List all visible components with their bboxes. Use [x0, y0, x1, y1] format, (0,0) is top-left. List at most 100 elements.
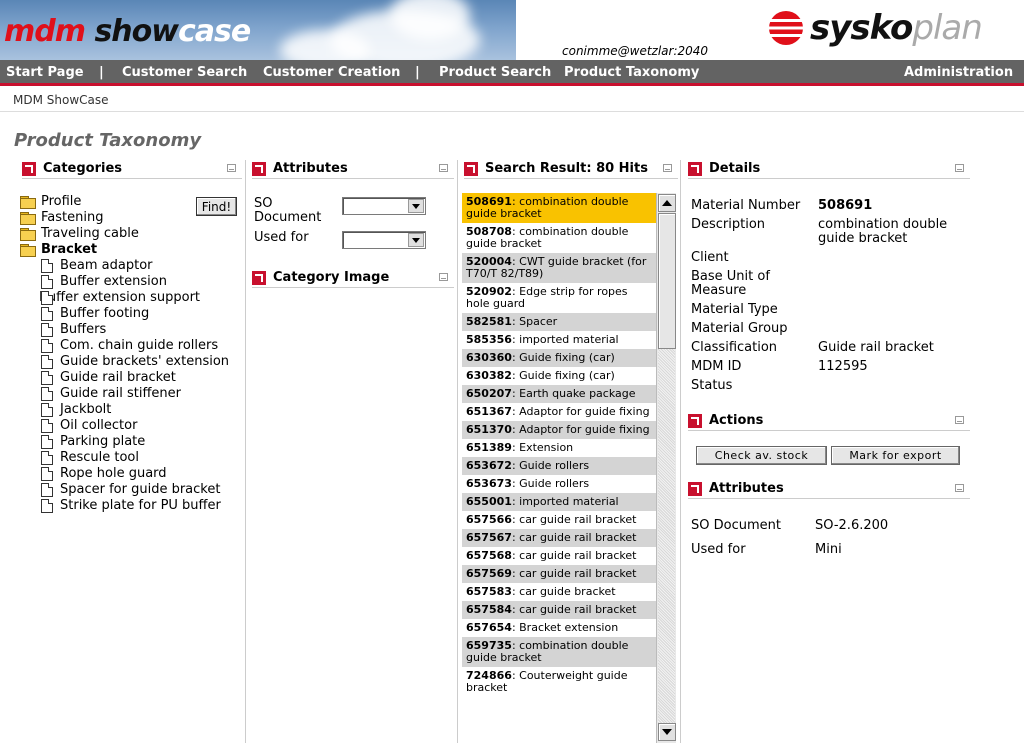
description-value: combination double guide bracket: [818, 217, 948, 246]
tree-leaf[interactable]: Guide brackets' extension: [41, 354, 240, 370]
minimize-icon[interactable]: [955, 484, 964, 492]
panel-arrow-icon: [688, 161, 702, 176]
list-item[interactable]: 508691: combination double guide bracket: [462, 193, 656, 223]
document-icon: [41, 291, 53, 305]
tree-folder[interactable]: Traveling cable: [20, 226, 240, 242]
list-item[interactable]: 650207: Earth quake package: [462, 385, 656, 403]
so-document-select[interactable]: [342, 197, 426, 215]
chevron-down-icon[interactable]: [408, 199, 424, 213]
result-scrollbar[interactable]: [656, 193, 676, 743]
list-item[interactable]: 653673: Guide rollers: [462, 475, 656, 493]
list-item[interactable]: 651367: Adaptor for guide fixing: [462, 403, 656, 421]
status-label: Status: [691, 378, 733, 393]
scroll-thumb[interactable]: [658, 213, 676, 349]
tree-leaf[interactable]: Buffers: [41, 322, 240, 338]
list-item[interactable]: 724866: Couterweight guide bracket: [462, 667, 656, 697]
document-icon: [41, 387, 53, 401]
document-icon: [41, 467, 53, 481]
nav-start-page[interactable]: Start Page: [6, 65, 84, 80]
panel-title: Details: [709, 161, 761, 176]
minimize-icon[interactable]: [439, 164, 448, 172]
tree-leaf[interactable]: Oil collector: [41, 418, 240, 434]
list-item[interactable]: 585356: imported material: [462, 331, 656, 349]
minimize-icon[interactable]: [439, 273, 448, 281]
scroll-down-icon[interactable]: [658, 723, 676, 741]
check-stock-button[interactable]: Check av. stock: [696, 446, 827, 465]
tree-leaf[interactable]: Strike plate for PU buffer: [41, 498, 240, 514]
tree-leaf[interactable]: Buffer extension support: [39, 290, 240, 306]
breadcrumb[interactable]: MDM ShowCase: [13, 93, 109, 107]
tree-leaf[interactable]: Guide rail stiffener: [41, 386, 240, 402]
document-icon: [41, 499, 53, 513]
nav-product-search[interactable]: Product Search: [439, 65, 551, 80]
list-item[interactable]: 657567: car guide rail bracket: [462, 529, 656, 547]
minimize-icon[interactable]: [227, 164, 236, 172]
nav-separator: |: [99, 65, 104, 80]
category-tree: Profile Fastening Traveling cable Bracke…: [20, 194, 240, 514]
tree-leaf[interactable]: Guide rail bracket: [41, 370, 240, 386]
list-item[interactable]: 520902: Edge strip for ropes hole guard: [462, 283, 656, 313]
tree-leaf[interactable]: Buffer extension: [41, 274, 240, 290]
list-item[interactable]: 508708: combination double guide bracket: [462, 223, 656, 253]
nav-customer-creation[interactable]: Customer Creation: [263, 65, 400, 80]
tree-leaf[interactable]: Jackbolt: [41, 402, 240, 418]
document-icon: [41, 323, 53, 337]
minimize-icon[interactable]: [955, 416, 964, 424]
list-item[interactable]: 651389: Extension: [462, 439, 656, 457]
folder-icon: [20, 196, 36, 209]
minimize-icon[interactable]: [955, 164, 964, 172]
tree-leaf[interactable]: Buffer footing: [41, 306, 240, 322]
panel-arrow-icon: [464, 161, 478, 176]
list-item[interactable]: 655001: imported material: [462, 493, 656, 511]
list-item[interactable]: 520004: CWT guide bracket (for T70/T 82/…: [462, 253, 656, 283]
list-item[interactable]: 659735: combination double guide bracket: [462, 637, 656, 667]
tree-leaf[interactable]: Spacer for guide bracket: [41, 482, 240, 498]
document-icon: [41, 451, 53, 465]
document-icon: [41, 435, 53, 449]
mark-export-button[interactable]: Mark for export: [831, 446, 960, 465]
list-item[interactable]: 657569: car guide rail bracket: [462, 565, 656, 583]
panel-arrow-icon: [688, 413, 702, 428]
divider: [0, 111, 1024, 112]
list-item[interactable]: 657583: car guide bracket: [462, 583, 656, 601]
panel-title: Category Image: [273, 270, 390, 285]
document-icon: [41, 275, 53, 289]
tree-leaf[interactable]: Beam adaptor: [41, 258, 240, 274]
list-item[interactable]: 582581: Spacer: [462, 313, 656, 331]
details-panel-header: Details: [688, 159, 970, 179]
tree-folder[interactable]: Profile: [20, 194, 240, 210]
base-unit-label: Base Unit of Measure: [691, 269, 770, 298]
minimize-icon[interactable]: [663, 164, 672, 172]
document-icon: [41, 259, 53, 273]
nav-product-taxonomy[interactable]: Product Taxonomy: [564, 65, 699, 80]
used-for-select[interactable]: [342, 231, 426, 249]
page-title: Product Taxonomy: [14, 130, 202, 151]
used-for-value: Mini: [815, 542, 842, 557]
tree-leaf[interactable]: Rope hole guard: [41, 466, 240, 482]
list-item[interactable]: 630382: Guide fixing (car): [462, 367, 656, 385]
tree-leaf[interactable]: Rescule tool: [41, 450, 240, 466]
tree-folder[interactable]: Fastening: [20, 210, 240, 226]
category-image-panel-header: Category Image: [252, 268, 454, 288]
list-item[interactable]: 657568: car guide rail bracket: [462, 547, 656, 565]
list-item[interactable]: 630360: Guide fixing (car): [462, 349, 656, 367]
chevron-down-icon[interactable]: [408, 233, 424, 247]
folder-open-icon: [20, 244, 36, 257]
scroll-up-icon[interactable]: [658, 194, 676, 212]
list-item[interactable]: 657654: Bracket extension: [462, 619, 656, 637]
tree-folder-open[interactable]: Bracket: [20, 242, 240, 258]
folder-icon: [20, 228, 36, 241]
list-item[interactable]: 657584: car guide rail bracket: [462, 601, 656, 619]
tree-leaf[interactable]: Com. chain guide rollers: [41, 338, 240, 354]
document-icon: [41, 419, 53, 433]
client-label: Client: [691, 250, 729, 265]
nav-customer-search[interactable]: Customer Search: [122, 65, 247, 80]
list-item[interactable]: 657566: car guide rail bracket: [462, 511, 656, 529]
header-banner-image: mdm showcase: [0, 0, 516, 60]
tree-leaf[interactable]: Parking plate: [41, 434, 240, 450]
material-number-value: 508691: [818, 198, 873, 213]
used-for-label: Used for: [691, 542, 746, 557]
nav-administration[interactable]: Administration: [904, 65, 1013, 80]
list-item[interactable]: 653672: Guide rollers: [462, 457, 656, 475]
list-item[interactable]: 651370: Adaptor for guide fixing: [462, 421, 656, 439]
